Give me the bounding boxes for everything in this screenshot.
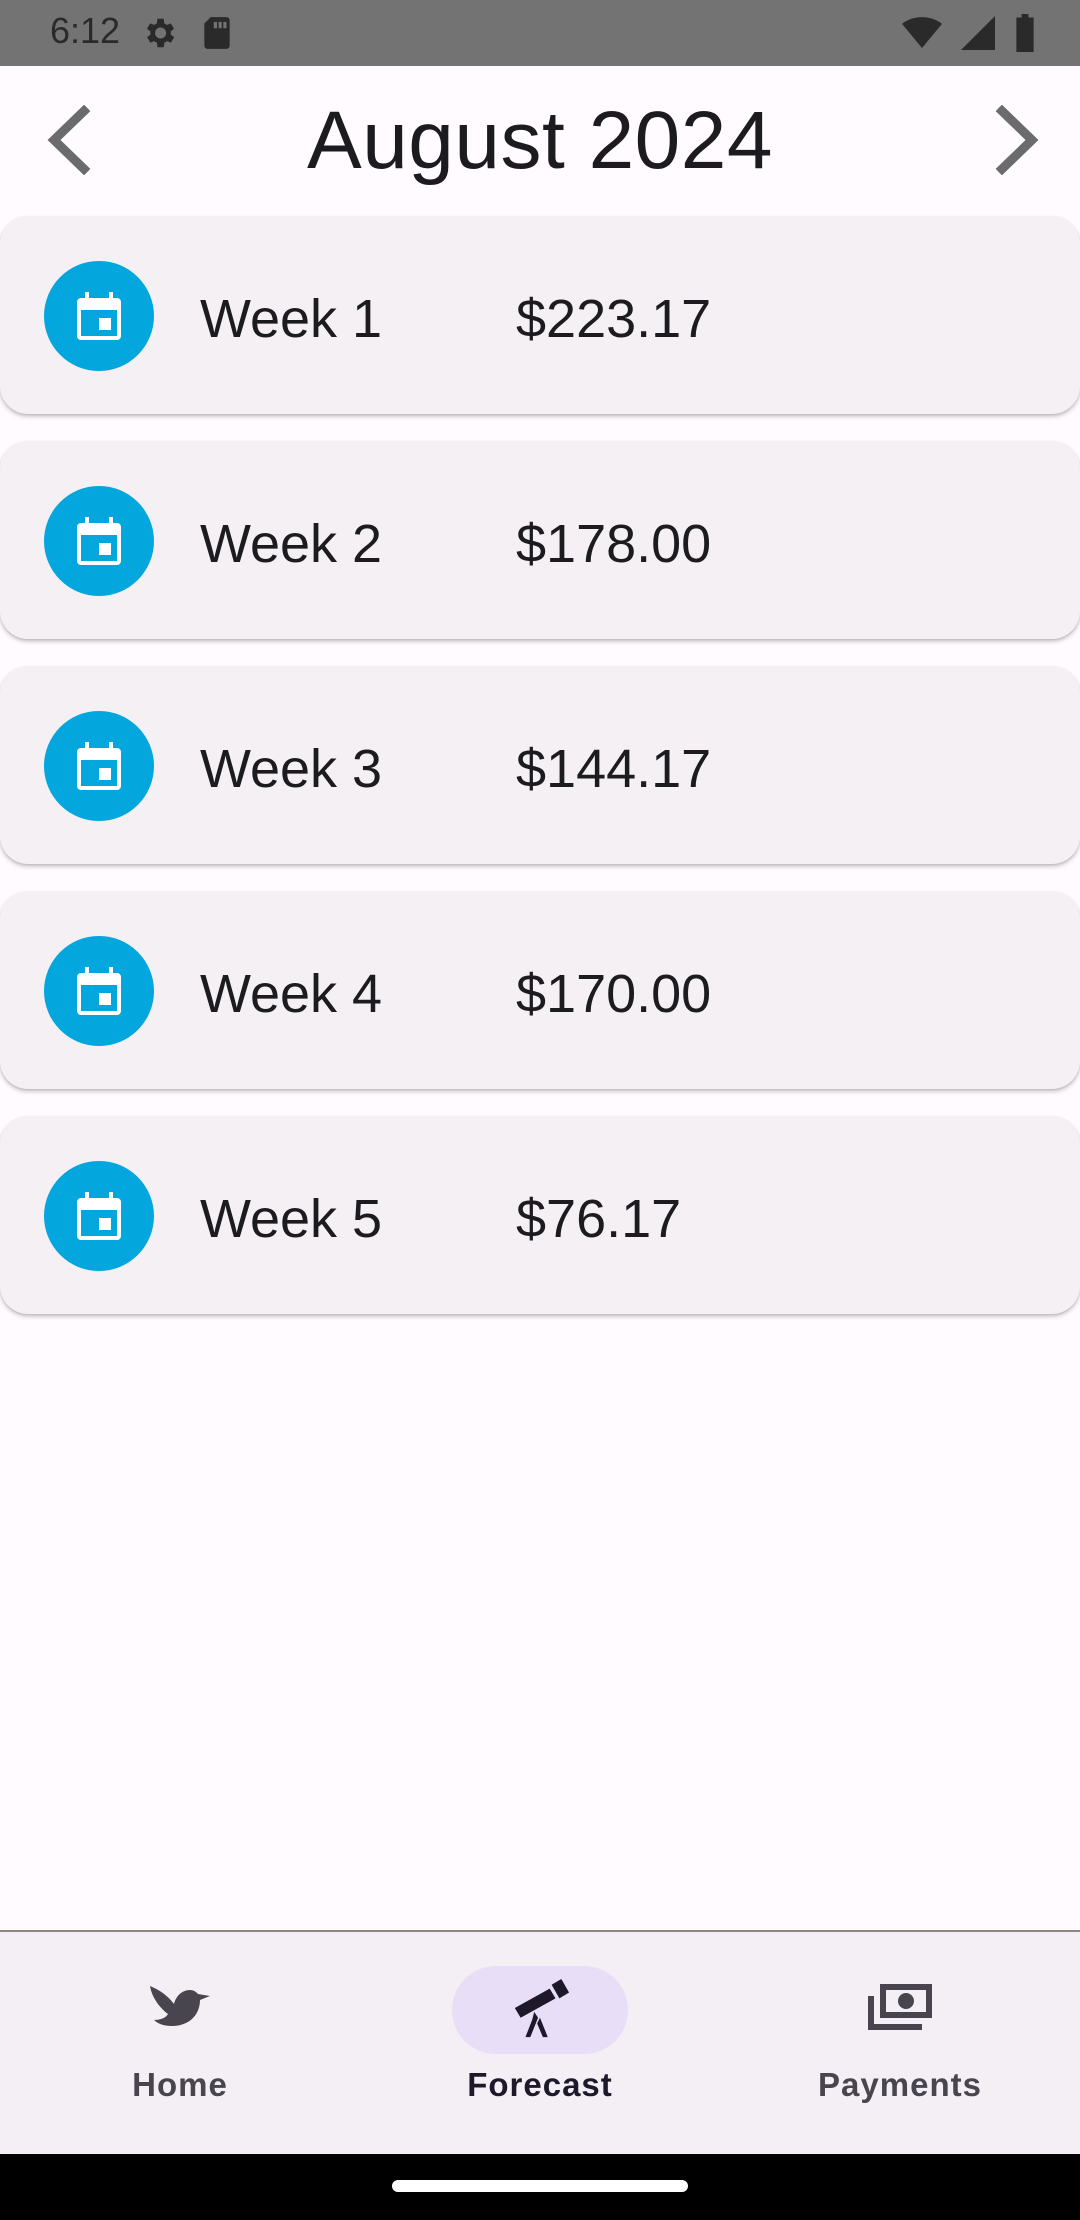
nav-home-label: Home: [132, 2066, 228, 2103]
week-amount: $144.17: [516, 739, 712, 799]
week-amount: $170.00: [516, 964, 712, 1024]
sd-card-icon: [200, 14, 234, 57]
calendar-icon: [44, 936, 154, 1046]
telescope-icon: [509, 1977, 571, 2044]
calendar-icon: [44, 486, 154, 596]
week-label: Week 2: [200, 514, 383, 574]
week-label: Week 5: [200, 1189, 383, 1249]
calendar-icon: [44, 1161, 154, 1271]
week-card[interactable]: Week 1 $223.17: [0, 216, 1080, 414]
week-amount: $76.17: [516, 1189, 682, 1249]
week-card[interactable]: Week 3 $144.17: [0, 666, 1080, 864]
week-label: Week 4: [200, 964, 383, 1024]
nav-payments-label: Payments: [818, 2066, 982, 2103]
week-amount: $223.17: [516, 289, 712, 349]
week-list: Week 1 $223.17 Week 2 $178.00 Week 3 $14…: [0, 216, 1080, 1341]
week-card[interactable]: Week 4 $170.00: [0, 891, 1080, 1089]
status-left-icons: [140, 14, 234, 57]
chevron-right-icon: [994, 104, 1042, 180]
nav-forecast-label: Forecast: [467, 2066, 613, 2103]
status-right-icons: [902, 14, 1036, 57]
status-time: 6:12: [50, 10, 121, 51]
money-icon: [865, 1980, 935, 2041]
gesture-handle[interactable]: [392, 2180, 688, 2192]
bottom-navigation: Home Forecast Payments: [0, 1930, 1080, 2154]
month-header: August 2024: [0, 66, 1080, 216]
nav-forecast-indicator: [452, 1966, 628, 2054]
calendar-icon: [44, 261, 154, 371]
nav-home[interactable]: Home: [50, 1966, 310, 2126]
next-month-button[interactable]: [982, 100, 1054, 184]
month-title: August 2024: [307, 95, 773, 186]
week-card[interactable]: Week 5 $76.17: [0, 1116, 1080, 1314]
battery-icon: [1014, 14, 1036, 57]
nav-home-indicator: [92, 1966, 268, 2054]
week-label: Week 1: [200, 289, 383, 349]
status-bar: 6:12: [0, 0, 1080, 66]
nav-payments[interactable]: Payments: [770, 1966, 1030, 2126]
week-label: Week 3: [200, 739, 383, 799]
week-amount: $178.00: [516, 514, 712, 574]
nav-payments-indicator: [812, 1966, 988, 2054]
wifi-icon: [902, 16, 942, 55]
gesture-navigation-area: [0, 2154, 1080, 2220]
week-card[interactable]: Week 2 $178.00: [0, 441, 1080, 639]
bird-icon: [148, 1980, 212, 2041]
signal-icon: [960, 16, 996, 55]
gear-icon: [140, 14, 178, 57]
nav-forecast[interactable]: Forecast: [410, 1966, 670, 2126]
calendar-icon: [44, 711, 154, 821]
